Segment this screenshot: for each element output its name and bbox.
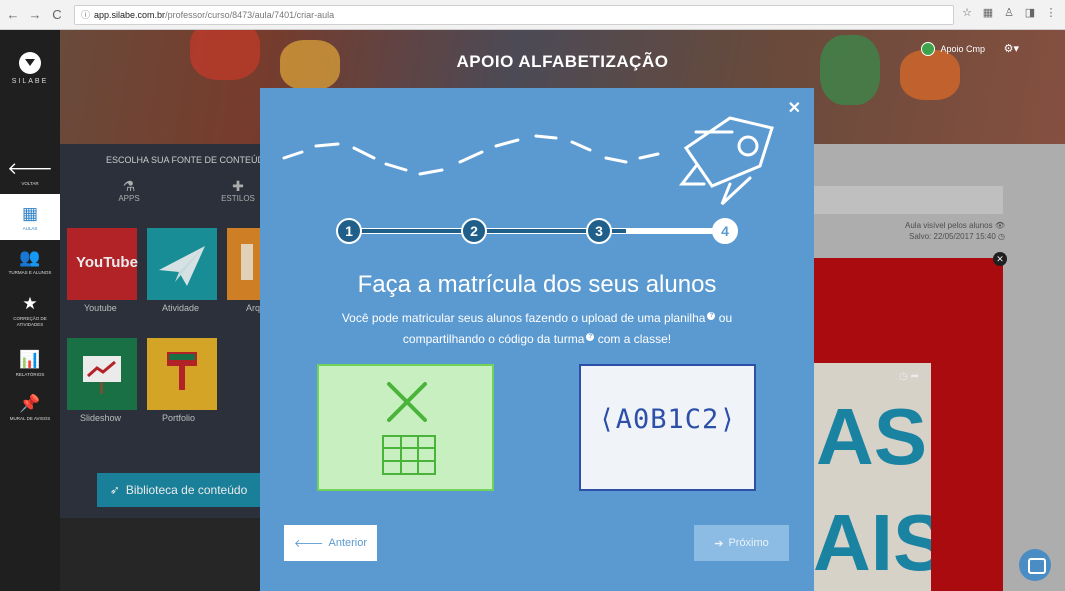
sidebar-item-label: VOLTAR xyxy=(21,181,39,186)
star-icon: ★ xyxy=(22,294,38,313)
step-1[interactable]: 1 xyxy=(336,218,362,244)
next-button[interactable]: ➔ Próximo xyxy=(694,525,789,561)
modal-description: Você pode matricular seus alunos fazendo… xyxy=(320,308,754,350)
chat-button[interactable] xyxy=(1019,549,1051,581)
url-host: app.silabe.com.br xyxy=(94,9,166,20)
sidebar-item-label: RELATÓRIOS xyxy=(15,372,45,377)
arrow-right-icon: ➔ xyxy=(714,537,724,550)
help-icon[interactable]: ? xyxy=(707,312,716,320)
sidebar-item-voltar[interactable]: 🡐 VOLTAR xyxy=(0,155,60,193)
sidebar-item-label: MURAL DE AVISOS xyxy=(9,416,51,421)
user-menu[interactable]: Apoio Cmp xyxy=(921,42,985,56)
modal-title: Faça a matrícula dos seus alunos xyxy=(357,271,717,298)
logo-icon xyxy=(19,52,41,74)
url-path: /professor/curso/8473/aula/7401/criar-au… xyxy=(165,9,335,20)
extension-icon[interactable]: ▦ xyxy=(982,7,994,19)
user-name: Apoio Cmp xyxy=(940,44,985,54)
reload-icon[interactable]: C xyxy=(48,6,66,24)
logo-text: SILABE xyxy=(11,78,49,85)
bookmark-star-icon[interactable]: ☆ xyxy=(961,7,973,19)
logo[interactable]: SILABE xyxy=(0,52,60,85)
step-4[interactable]: 4 xyxy=(712,218,738,244)
desc-part1: Você pode matricular seus alunos fazendo… xyxy=(341,311,706,325)
arrow-left-icon: 🡐 xyxy=(7,159,53,178)
sidebar-item-correcao[interactable]: ★ CORREÇÃO DE ATIVIDADES xyxy=(0,292,60,334)
rocket-illustration xyxy=(282,116,774,206)
sidebar-item-relatorios[interactable]: 📊 RELATÓRIOS xyxy=(0,348,60,382)
sidebar: SILABE 🡐 VOLTAR ▦ AULAS 👥 TURMAS E ALUNO… xyxy=(0,30,60,591)
extension-icon[interactable]: ◨ xyxy=(1024,7,1036,19)
avatar xyxy=(921,42,936,56)
arrow-left-icon: 🡐 xyxy=(293,538,324,550)
pin-icon: 📌 xyxy=(19,394,41,413)
gear-icon[interactable]: ⚙▾ xyxy=(1004,42,1019,55)
step-2[interactable]: 2 xyxy=(461,218,487,244)
desc-part3: com a classe! xyxy=(597,332,672,346)
address-bar[interactable]: ⓘ app.silabe.com.br /professor/curso/847… xyxy=(74,4,954,25)
previous-button[interactable]: 🡐 Anterior xyxy=(284,525,377,561)
stepper: 1 2 3 4 xyxy=(336,218,738,244)
sidebar-item-label: CORREÇÃO DE ATIVIDADES xyxy=(13,316,47,327)
grid-icon: ▦ xyxy=(21,204,39,223)
spreadsheet-upload-card[interactable] xyxy=(317,364,494,491)
stepper-line-current xyxy=(626,228,726,234)
browser-toolbar: ← → C ⓘ app.silabe.com.br /professor/cur… xyxy=(0,0,1065,30)
extension-icon[interactable]: ♙ xyxy=(1003,7,1015,19)
next-label: Próximo xyxy=(728,537,769,549)
users-icon: 👥 xyxy=(19,248,41,267)
previous-label: Anterior xyxy=(328,537,368,549)
class-code-sample: ⟨A0B1C2⟩ xyxy=(598,404,737,435)
help-icon[interactable]: ? xyxy=(586,333,595,341)
sidebar-item-label: AULAS xyxy=(22,226,38,231)
bar-chart-icon: 📊 xyxy=(19,350,41,369)
close-icon[interactable]: ✕ xyxy=(788,98,801,118)
page-title: APOIO ALFABETIZAÇÃO xyxy=(456,52,669,71)
enrollment-modal: ✕ 1 2 3 4 Faça a matrícula dos seus alun… xyxy=(260,88,814,591)
forward-icon[interactable]: → xyxy=(26,6,44,24)
sidebar-item-mural[interactable]: 📌 MURAL DE AVISOS xyxy=(0,392,60,426)
class-code-card[interactable]: ⟨A0B1C2⟩ xyxy=(579,364,756,491)
sidebar-item-turmas[interactable]: 👥 TURMAS E ALUNOS xyxy=(0,246,60,284)
sidebar-item-aulas[interactable]: ▦ AULAS xyxy=(0,194,60,240)
back-icon[interactable]: ← xyxy=(4,6,22,24)
menu-icon[interactable]: ⋮ xyxy=(1045,7,1057,19)
step-3[interactable]: 3 xyxy=(586,218,612,244)
info-icon: ⓘ xyxy=(81,10,91,20)
sidebar-item-label: TURMAS E ALUNOS xyxy=(8,270,52,275)
spreadsheet-icon xyxy=(382,382,436,475)
